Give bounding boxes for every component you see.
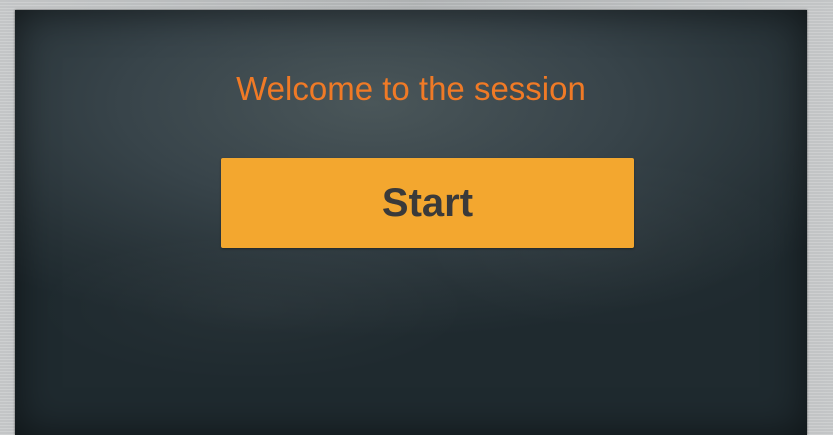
welcome-message: Welcome to the session <box>236 70 586 107</box>
board-frame: Welcome to the session Start <box>0 0 833 435</box>
chalkboard-panel: Welcome to the session Start <box>15 10 807 435</box>
start-button[interactable]: Start <box>221 158 634 248</box>
